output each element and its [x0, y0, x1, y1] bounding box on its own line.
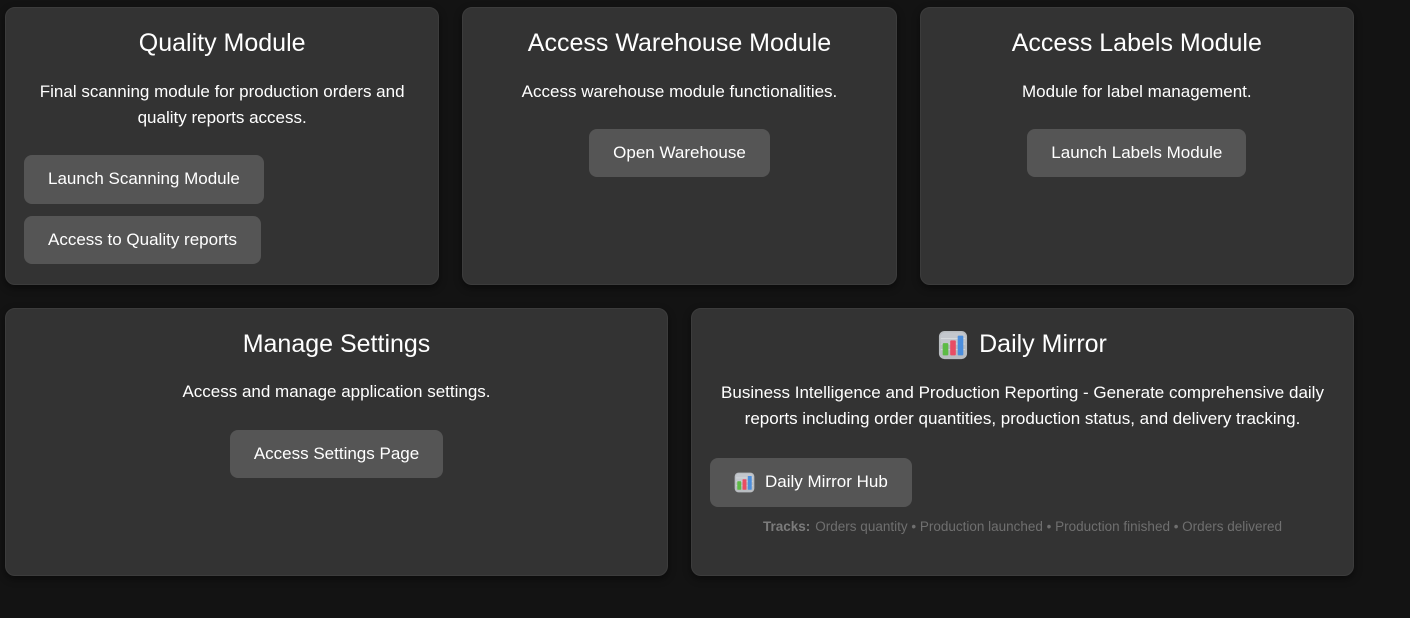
button-label: Open Warehouse [613, 143, 746, 163]
daily-mirror-hub-button[interactable]: Daily Mirror Hub [710, 458, 912, 507]
card-title: Access Warehouse Module [480, 29, 878, 59]
launch-scanning-module-button[interactable]: Launch Scanning Module [24, 155, 264, 203]
button-label: Access Settings Page [254, 444, 419, 464]
card-title: Manage Settings [23, 330, 650, 360]
card-daily-mirror: Daily Mirror Business Intelligence and P… [691, 308, 1354, 576]
access-quality-reports-button[interactable]: Access to Quality reports [24, 216, 261, 264]
card-title: Daily Mirror [709, 330, 1336, 360]
quality-buttons-group: Launch Scanning Module Access to Quality… [23, 155, 421, 264]
button-label: Daily Mirror Hub [765, 472, 888, 492]
card-warehouse-module: Access Warehouse Module Access warehouse… [462, 7, 896, 285]
bottom-row: Manage Settings Access and manage applic… [5, 308, 1354, 576]
card-title-text: Daily Mirror [979, 330, 1107, 360]
access-settings-page-button[interactable]: Access Settings Page [230, 430, 443, 478]
card-description: Access warehouse module functionalities. [480, 79, 878, 105]
button-label: Launch Scanning Module [48, 169, 240, 189]
card-labels-module: Access Labels Module Module for label ma… [920, 7, 1354, 285]
labels-buttons-group: Launch Labels Module [938, 129, 1336, 177]
module-dashboard: Quality Module Final scanning module for… [0, 0, 1354, 576]
open-warehouse-button[interactable]: Open Warehouse [589, 129, 770, 177]
card-description: Access and manage application settings. [137, 379, 537, 405]
card-title: Quality Module [23, 29, 421, 59]
tracks-line: Tracks: Orders quantity • Production laun… [709, 519, 1336, 535]
button-label: Launch Labels Module [1051, 143, 1222, 163]
card-quality-module: Quality Module Final scanning module for… [5, 7, 439, 285]
card-description: Module for label management. [938, 79, 1336, 105]
bar-chart-icon [938, 330, 968, 360]
card-title: Access Labels Module [938, 29, 1336, 59]
button-label: Access to Quality reports [48, 230, 237, 250]
launch-labels-module-button[interactable]: Launch Labels Module [1027, 129, 1246, 177]
bar-chart-icon [734, 472, 755, 493]
top-row: Quality Module Final scanning module for… [5, 7, 1354, 285]
daily-mirror-buttons-group: Daily Mirror Hub [710, 458, 1336, 507]
settings-buttons-group: Access Settings Page [23, 430, 650, 478]
card-description: Business Intelligence and Production Rep… [721, 380, 1325, 433]
tracks-text: Orders quantity • Production launched • … [815, 519, 1282, 534]
card-description: Final scanning module for production ord… [23, 79, 421, 132]
card-manage-settings: Manage Settings Access and manage applic… [5, 308, 668, 576]
tracks-label: Tracks: [763, 519, 810, 534]
warehouse-buttons-group: Open Warehouse [480, 129, 878, 177]
